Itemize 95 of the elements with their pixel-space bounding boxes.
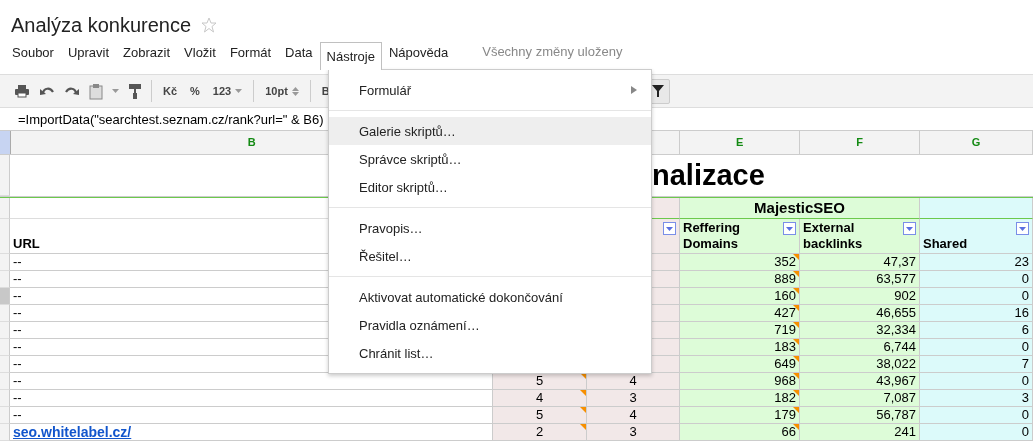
- menu-option[interactable]: Galerie skriptů…: [329, 117, 651, 145]
- table-cell: 427: [680, 305, 800, 322]
- document-title: Analýza konkurence: [11, 13, 192, 37]
- table-cell: 4: [587, 373, 680, 390]
- column-title: External backlinks: [803, 220, 864, 252]
- table-cell: 56,787: [800, 407, 920, 424]
- row-header[interactable]: [0, 198, 10, 219]
- table-cell: 4: [493, 390, 587, 407]
- table-cell: 43,967: [800, 373, 920, 390]
- save-status: Všechny změny uloženy: [482, 43, 623, 61]
- table-cell: 66: [680, 424, 800, 441]
- menu-option[interactable]: Editor skriptů…: [329, 173, 651, 201]
- caret-icon[interactable]: [235, 89, 243, 93]
- spinner-icon[interactable]: [291, 86, 299, 96]
- column-title: Reffering Domains: [683, 220, 742, 252]
- sheet-title: nalizace: [652, 158, 765, 193]
- group-header: MajesticSEO: [680, 198, 920, 219]
- menu-option[interactable]: Formulář: [329, 76, 651, 104]
- table-cell: 3: [587, 390, 680, 407]
- menu-item[interactable]: Vložit: [177, 42, 223, 61]
- row-header[interactable]: [0, 305, 10, 322]
- table-cell: 16: [920, 305, 1033, 322]
- table-cell: 0: [920, 424, 1033, 441]
- paint-roller-icon[interactable]: [128, 82, 142, 100]
- table-cell: 46,655: [800, 305, 920, 322]
- menu-option[interactable]: Pravopis…: [329, 214, 651, 242]
- table-cell: 6,744: [800, 339, 920, 356]
- table-cell: 160: [680, 288, 800, 305]
- table-cell: 889: [680, 271, 800, 288]
- table-cell: 5: [493, 407, 587, 424]
- row-header[interactable]: [0, 322, 10, 339]
- row-header[interactable]: [0, 339, 10, 356]
- star-icon[interactable]: [201, 17, 218, 33]
- row-header[interactable]: [0, 219, 10, 254]
- formula-text[interactable]: =ImportData("searchtest.seznam.cz/rank?url=" & B6): [18, 111, 324, 127]
- menu-item[interactable]: Soubor: [5, 42, 61, 61]
- table-cell: 0: [920, 407, 1033, 424]
- table-cell: 7: [920, 356, 1033, 373]
- table-cell: 0: [920, 339, 1033, 356]
- table-cell: --: [10, 373, 493, 390]
- table-cell: 902: [800, 288, 920, 305]
- clipboard-icon[interactable]: [89, 82, 103, 100]
- toolbar-button[interactable]: %: [188, 85, 202, 97]
- table-cell: 352: [680, 254, 800, 271]
- table-cell: 3: [920, 390, 1033, 407]
- table-cell: 649: [680, 356, 800, 373]
- menu-item[interactable]: Formát: [222, 42, 279, 61]
- column-title: URL: [13, 236, 40, 252]
- menu-item[interactable]: Nápověda: [381, 42, 456, 61]
- table-cell: 182: [680, 390, 800, 407]
- row-header[interactable]: [0, 356, 10, 373]
- column-header[interactable]: F: [800, 131, 921, 154]
- row-header[interactable]: [0, 424, 10, 441]
- column-title: Shared: [923, 236, 968, 252]
- toolbar-button[interactable]: 123: [210, 85, 245, 97]
- table-cell: 4: [587, 407, 680, 424]
- menu-item[interactable]: Nástroje: [319, 42, 382, 70]
- table-cell: 3: [587, 424, 680, 441]
- table-cell: 968: [680, 373, 800, 390]
- table-cell: 719: [680, 322, 800, 339]
- table-cell: 179: [680, 407, 800, 424]
- table-cell: 6: [920, 322, 1033, 339]
- table-cell: 0: [920, 373, 1033, 390]
- table-cell: 241: [800, 424, 920, 441]
- table-cell: 23: [920, 254, 1033, 271]
- menu-item[interactable]: Data: [278, 42, 320, 61]
- table-cell: 0: [920, 271, 1033, 288]
- print-icon[interactable]: [14, 83, 30, 99]
- table-cell: 32,334: [800, 322, 920, 339]
- row-header[interactable]: [0, 407, 10, 424]
- row-header[interactable]: [0, 390, 10, 407]
- toolbar-button[interactable]: Kč: [161, 85, 180, 97]
- table-cell: 38,022: [800, 356, 920, 373]
- row-header[interactable]: [0, 271, 10, 288]
- caret-icon[interactable]: [112, 89, 119, 93]
- column-header[interactable]: E: [680, 131, 801, 154]
- row-header[interactable]: [0, 254, 10, 271]
- table-cell: --: [10, 407, 493, 424]
- table-cell: 0: [920, 288, 1033, 305]
- table-cell: 2: [493, 424, 587, 441]
- table-cell: --: [10, 390, 493, 407]
- row-header[interactable]: [0, 288, 10, 305]
- table-cell: 63,577: [800, 271, 920, 288]
- column-header[interactable]: G: [920, 131, 1033, 154]
- toolbar-button[interactable]: 10pt: [263, 85, 301, 97]
- filter-icon: [651, 85, 664, 97]
- row-header[interactable]: [0, 373, 10, 390]
- select-all-corner[interactable]: [0, 131, 11, 154]
- row-header[interactable]: [0, 155, 10, 196]
- table-cell: 47,37: [800, 254, 920, 271]
- table-cell: 7,087: [800, 390, 920, 407]
- table-cell: 183: [680, 339, 800, 356]
- menu-item[interactable]: Zobrazit: [116, 42, 178, 61]
- menu-item[interactable]: Upravit: [60, 42, 117, 61]
- url-link[interactable]: seo.whitelabel.cz/: [13, 424, 132, 440]
